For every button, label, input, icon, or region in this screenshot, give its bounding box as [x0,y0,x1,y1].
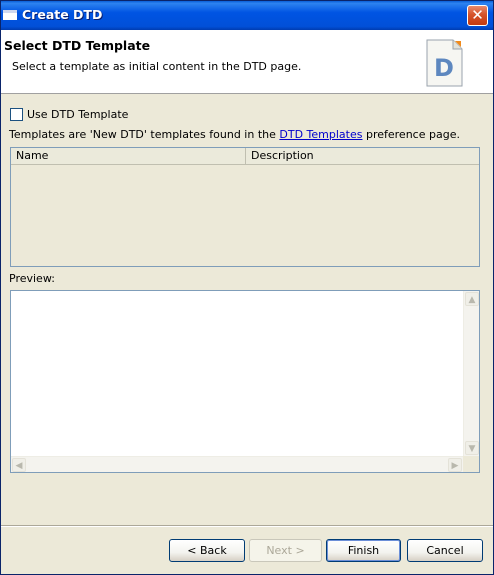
scroll-up-icon[interactable]: ▲ [465,292,479,306]
wizard-header: Select DTD Template Select a template as… [1,30,493,94]
table-header: Name Description [11,148,479,165]
button-separator [1,525,493,527]
back-button[interactable]: < Back [169,539,245,562]
use-template-checkbox[interactable] [10,108,23,121]
scroll-left-icon[interactable]: ◀ [12,458,26,472]
templates-info-text: Templates are 'New DTD' templates found … [9,128,460,141]
preview-label: Preview: [9,272,55,285]
templates-table[interactable]: Name Description [10,147,480,267]
close-button[interactable]: ✕ [467,5,488,26]
vertical-scrollbar[interactable]: ▲ ▼ [463,291,479,456]
dtd-templates-link[interactable]: DTD Templates [279,128,362,141]
horizontal-scrollbar[interactable]: ◀ ▶ [11,456,463,472]
window-title: Create DTD [22,7,103,22]
page-title: Select DTD Template [4,38,151,53]
info-prefix: Templates are 'New DTD' templates found … [9,128,280,141]
scrollbar-corner [463,456,479,472]
column-description[interactable]: Description [246,148,479,164]
use-template-label[interactable]: Use DTD Template [27,108,128,121]
scroll-down-icon[interactable]: ▼ [465,441,479,455]
title-bar[interactable]: Create DTD ✕ [1,1,493,30]
page-description: Select a template as initial content in … [12,60,302,73]
create-dtd-dialog: Create DTD ✕ Select DTD Template Select … [0,0,494,575]
scroll-right-icon[interactable]: ▶ [448,458,462,472]
window-icon [3,10,17,20]
svg-text:D: D [434,54,454,82]
next-button[interactable]: Next > [249,539,322,562]
cancel-button[interactable]: Cancel [407,539,483,562]
finish-button[interactable]: Finish [326,539,401,562]
dtd-file-icon: D [426,39,463,87]
info-suffix: preference page. [362,128,460,141]
preview-textarea[interactable]: ▲ ▼ ◀ ▶ [10,290,480,473]
column-name[interactable]: Name [11,148,246,164]
